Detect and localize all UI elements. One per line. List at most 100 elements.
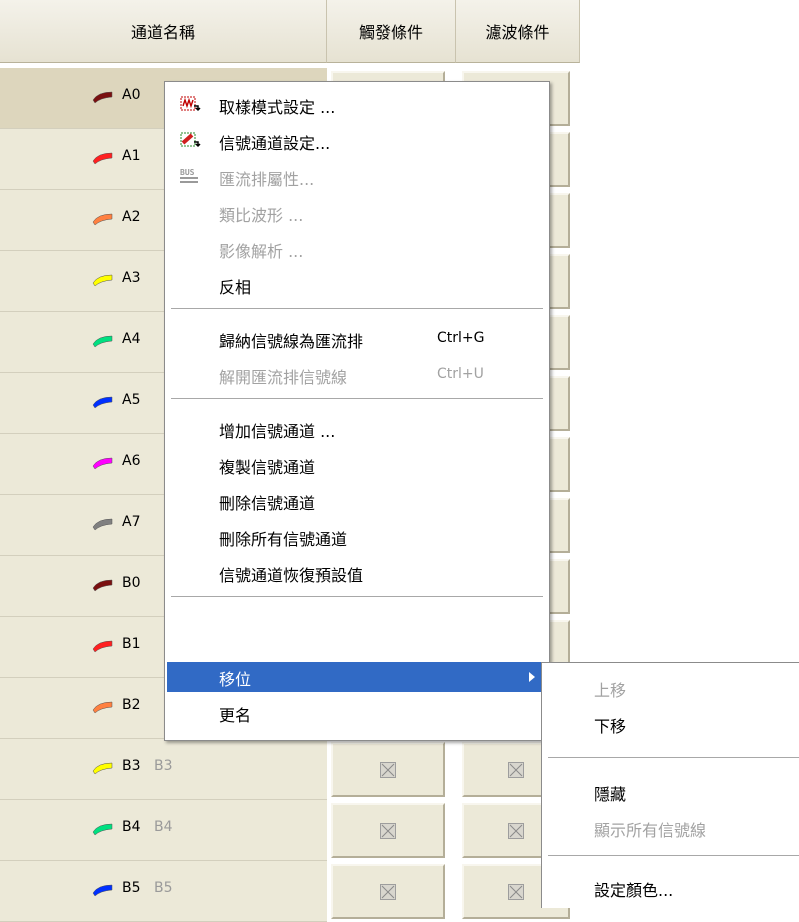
channel-color-icon bbox=[92, 639, 114, 653]
menu-item-label: 移位 bbox=[219, 670, 252, 689]
menu-item-delete-channel[interactable]: 刪除信號通道 bbox=[167, 482, 547, 518]
channel-row[interactable]: B3 B3 bbox=[0, 739, 580, 800]
unset-condition-icon bbox=[508, 822, 524, 839]
menu-item-shortcut: Ctrl+U bbox=[437, 366, 484, 382]
menu-item-label: 影像解析 ... bbox=[219, 242, 304, 261]
submenu-item-hide[interactable]: 隱藏 bbox=[542, 773, 798, 809]
menu-item-sampling-mode[interactable]: 取樣模式設定 ... bbox=[167, 86, 547, 122]
channel-label: A4 bbox=[122, 331, 141, 347]
menu-item-bus-properties[interactable]: BUS 匯流排屬性... bbox=[167, 158, 547, 194]
submenu-item-label: 下移 bbox=[594, 717, 627, 736]
menu-item-label: 類比波形 ... bbox=[219, 206, 304, 225]
menu-item-restore-defaults[interactable]: 信號通道恢復預設值 bbox=[167, 554, 547, 590]
channel-alias: B4 bbox=[154, 819, 173, 835]
channel-color-icon bbox=[92, 700, 114, 714]
channel-color-icon bbox=[92, 761, 114, 775]
channel-color-icon bbox=[92, 456, 114, 470]
channel-label: B4 bbox=[122, 819, 141, 835]
column-header-name[interactable]: 通道名稱 bbox=[0, 0, 327, 63]
menu-item-label: 歸納信號線為匯流排 bbox=[219, 332, 364, 351]
submenu-item-label: 顯示所有信號線 bbox=[594, 821, 707, 840]
channel-settings-icon bbox=[179, 130, 201, 150]
menu-item-move[interactable]: 移位 bbox=[167, 662, 547, 692]
channel-name-cell[interactable]: B5 B5 bbox=[0, 861, 327, 922]
trigger-condition-cell[interactable] bbox=[331, 742, 445, 797]
channel-alias: B3 bbox=[154, 758, 173, 774]
submenu-arrow-icon bbox=[529, 672, 535, 682]
submenu-item-show-all[interactable]: 顯示所有信號線 bbox=[542, 809, 798, 845]
menu-separator bbox=[171, 308, 543, 310]
menu-item-label: 複製信號通道 bbox=[219, 458, 316, 477]
channel-label: A7 bbox=[122, 514, 141, 530]
channel-alias: B5 bbox=[154, 880, 173, 896]
menu-item-label: 增加信號通道 ... bbox=[219, 422, 336, 441]
menu-item-analog-waveform[interactable]: 類比波形 ... bbox=[167, 194, 547, 230]
channel-color-icon bbox=[92, 334, 114, 348]
channel-label: B2 bbox=[122, 697, 141, 713]
channel-name-cell[interactable]: B4 B4 bbox=[0, 800, 327, 861]
context-menu: 取樣模式設定 ... 信號通道設定... BUS 匯流排屬性... 類比波形 .… bbox=[164, 81, 550, 741]
menu-item-image-analysis[interactable]: 影像解析 ... bbox=[167, 230, 547, 266]
channel-color-icon bbox=[92, 151, 114, 165]
menu-item-label: 刪除信號通道 bbox=[219, 494, 316, 513]
menu-item-add-channel[interactable]: 增加信號通道 ... bbox=[167, 410, 547, 446]
unset-condition-icon bbox=[380, 883, 396, 900]
bus-icon: BUS bbox=[179, 166, 201, 186]
menu-item-delete-all-channels[interactable]: 刪除所有信號通道 bbox=[167, 518, 547, 554]
submenu-separator bbox=[548, 855, 799, 857]
channel-row[interactable]: B4 B4 bbox=[0, 800, 580, 861]
menu-separator bbox=[171, 596, 543, 598]
submenu-item-label: 設定顏色... bbox=[594, 881, 674, 900]
submenu-item-label: 上移 bbox=[594, 681, 627, 700]
menu-item-shortcut: Ctrl+G bbox=[437, 330, 485, 346]
menu-item-label: 信號通道恢復預設值 bbox=[219, 566, 364, 585]
menu-item-ungroup-bus[interactable]: 解開匯流排信號線 Ctrl+U bbox=[167, 356, 547, 392]
menu-item-invert[interactable]: 反相 bbox=[167, 266, 547, 302]
channel-label: B1 bbox=[122, 636, 141, 652]
channel-label: A3 bbox=[122, 270, 141, 286]
channel-label: A0 bbox=[122, 87, 141, 103]
menu-item-label: 更名 bbox=[219, 706, 252, 725]
column-header-filter[interactable]: 濾波條件 bbox=[456, 0, 580, 63]
channel-label: A1 bbox=[122, 148, 141, 164]
move-submenu: 上移 下移 隱藏 顯示所有信號線 設定顏色... bbox=[541, 662, 799, 908]
menu-item-rename[interactable]: 更名 bbox=[167, 694, 547, 730]
menu-item-copy-channel[interactable]: 複製信號通道 bbox=[167, 446, 547, 482]
channel-row[interactable]: B5 B5 bbox=[0, 861, 580, 922]
unset-condition-icon bbox=[380, 761, 396, 778]
unset-condition-icon bbox=[508, 761, 524, 778]
menu-item-label: 反相 bbox=[219, 278, 252, 297]
submenu-item-label: 隱藏 bbox=[594, 785, 627, 804]
column-header-trigger[interactable]: 觸發條件 bbox=[327, 0, 456, 63]
menu-item-label: 刪除所有信號通道 bbox=[219, 530, 348, 549]
menu-item-label: 取樣模式設定 ... bbox=[219, 98, 336, 117]
menu-item-channel-settings[interactable]: 信號通道設定... bbox=[167, 122, 547, 158]
submenu-item-set-color[interactable]: 設定顏色... bbox=[542, 869, 798, 905]
channel-label: A2 bbox=[122, 209, 141, 225]
channel-color-icon bbox=[92, 883, 114, 897]
unset-condition-icon bbox=[380, 822, 396, 839]
channel-color-icon bbox=[92, 517, 114, 531]
channel-color-icon bbox=[92, 90, 114, 104]
menu-item-label: 匯流排屬性... bbox=[219, 170, 315, 189]
svg-text:BUS: BUS bbox=[180, 168, 195, 177]
trigger-condition-cell[interactable] bbox=[331, 803, 445, 858]
channel-label: A5 bbox=[122, 392, 141, 408]
channel-color-icon bbox=[92, 212, 114, 226]
submenu-item-move-down[interactable]: 下移 bbox=[542, 705, 798, 741]
channel-label: A6 bbox=[122, 453, 141, 469]
submenu-item-move-up[interactable]: 上移 bbox=[542, 669, 798, 705]
channel-name-cell[interactable]: B3 B3 bbox=[0, 739, 327, 800]
trigger-condition-cell[interactable] bbox=[331, 864, 445, 919]
menu-item-label: 信號通道設定... bbox=[219, 134, 331, 153]
menu-separator bbox=[171, 398, 543, 400]
channel-color-icon bbox=[92, 822, 114, 836]
menu-item-label: 解開匯流排信號線 bbox=[219, 368, 348, 387]
unset-condition-icon bbox=[508, 883, 524, 900]
channel-label: B3 bbox=[122, 758, 141, 774]
sampling-mode-icon bbox=[179, 94, 201, 114]
menu-item-group-as-bus[interactable]: 歸納信號線為匯流排 Ctrl+G bbox=[167, 320, 547, 356]
submenu-separator bbox=[548, 757, 799, 759]
channel-label: B0 bbox=[122, 575, 141, 591]
channel-label: B5 bbox=[122, 880, 141, 896]
